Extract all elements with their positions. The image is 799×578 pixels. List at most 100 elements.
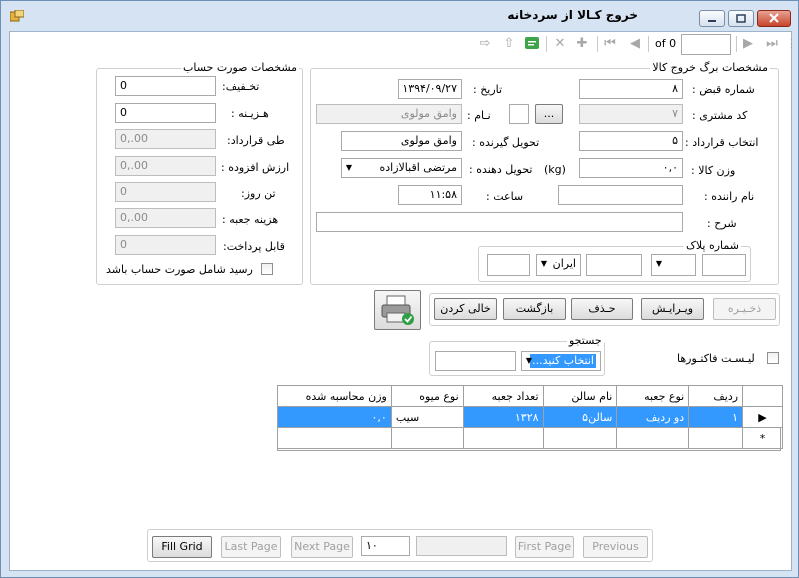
deliverer-label: تحویل دهنده : <box>469 163 533 176</box>
weight-input[interactable]: ۰,۰ <box>579 158 683 178</box>
contract-input[interactable]: ۵ <box>579 131 683 151</box>
delete-record-icon[interactable]: ✕ <box>552 35 568 53</box>
page-info-box <box>416 536 507 556</box>
upload-icon[interactable]: ⇧ <box>501 35 517 53</box>
window-title: خروج کـالا از سردخانه <box>507 8 638 22</box>
include-invoice-checkbox[interactable] <box>261 263 273 275</box>
receiver-input[interactable]: وامق مولوی <box>341 131 462 151</box>
column-header-row-no[interactable]: ردیف <box>688 385 744 407</box>
description-label: شرح : <box>707 217 737 230</box>
description-input[interactable] <box>316 212 683 232</box>
maximize-icon <box>736 14 746 23</box>
plate-letter-combo[interactable]: ▼ <box>651 254 696 276</box>
table-row[interactable]: ۰,۰ سیب ۱۳۲۸ سالن۵ دو ردیف ۱ ▶ <box>277 406 783 428</box>
date-input[interactable]: ۱۳۹۴/۰۹/۲۷ <box>398 79 462 99</box>
edit-button[interactable]: ویـرایـش <box>641 298 704 320</box>
invoice-list-checkbox[interactable] <box>767 352 779 364</box>
last-page-button[interactable]: Last Page <box>221 536 281 558</box>
discount-input[interactable]: 0 <box>115 76 216 96</box>
search-field-combo[interactable]: انتخاب کنید... ▼ <box>521 351 601 371</box>
plate-part-3-input[interactable] <box>487 254 530 276</box>
receipt-no-input[interactable]: ۸ <box>579 79 683 99</box>
new-row-cell[interactable] <box>542 427 618 449</box>
new-row-cell[interactable] <box>277 427 392 449</box>
deliverer-combo[interactable]: مرتضی اقبالازاده ▼ <box>341 158 462 178</box>
move-next-icon[interactable]: ▶ <box>741 35 755 53</box>
cost-input[interactable]: 0 <box>115 103 216 123</box>
receipt-no-label: شماره قبض : <box>692 83 755 96</box>
move-first-icon[interactable]: ⏮ <box>602 35 618 53</box>
cell-row-no[interactable]: ۱ <box>688 406 744 428</box>
maximize-button[interactable] <box>728 10 754 27</box>
add-record-icon[interactable]: ✚ <box>574 35 590 53</box>
receiver-label: تحویل گیرنده : <box>472 136 540 149</box>
column-header-hall-name[interactable]: نام سالن <box>542 385 618 407</box>
chat-icon <box>525 37 539 49</box>
account-details-legend: مشخصات صورت حساب <box>181 61 300 74</box>
fill-grid-button[interactable]: Fill Grid <box>152 536 212 558</box>
new-row-marker: * <box>742 427 783 449</box>
plate-legend: شماره پلاک <box>684 239 741 252</box>
time-input[interactable]: ۱۱:۵۸ <box>398 185 462 205</box>
cell-fruit-type[interactable]: سیب <box>390 406 464 428</box>
box-cost-input[interactable]: 0,.00 <box>115 208 216 228</box>
app-window: خروج کـالا از سردخانه ⇨ ⇧ ✕ ✚ ⏮ ◀ of 0 ▶… <box>0 0 799 578</box>
chevron-down-icon[interactable]: ▼ <box>537 255 551 273</box>
chevron-down-icon[interactable]: ▼ <box>652 255 666 273</box>
contract-amount-label: طی قرارداد: <box>227 134 285 147</box>
driver-input[interactable] <box>558 185 683 205</box>
cell-hall-name[interactable]: سالن۵ <box>542 406 618 428</box>
customer-name-input[interactable]: وامق مولوی <box>316 104 462 124</box>
customer-code-input[interactable]: ۷ <box>579 104 683 124</box>
back-button[interactable]: بازگشت <box>503 298 566 320</box>
search-input[interactable] <box>435 351 516 371</box>
position-input[interactable] <box>681 34 731 55</box>
search-field-value: انتخاب کنید... <box>530 354 596 368</box>
new-row[interactable]: * <box>277 427 783 449</box>
app-icon <box>10 10 24 22</box>
move-previous-icon[interactable]: ◀ <box>627 35 643 53</box>
new-row-cell[interactable] <box>616 427 690 449</box>
current-row-indicator-icon: ▶ <box>742 406 783 428</box>
vat-input[interactable]: 0,.00 <box>115 156 216 176</box>
chevron-down-icon[interactable]: ▼ <box>522 352 536 370</box>
column-header-fruit-type[interactable]: نوع میوه <box>390 385 464 407</box>
message-button[interactable] <box>524 35 540 53</box>
weight-label: وزن کالا : <box>691 164 736 177</box>
date-label: تاریخ : <box>473 83 503 96</box>
contract-amount-input[interactable]: 0,.00 <box>115 129 216 149</box>
delete-button[interactable]: حـذف <box>571 298 633 320</box>
column-header-box-count[interactable]: تعداد جعبه <box>462 385 544 407</box>
page-size-input[interactable]: ۱۰ <box>361 536 410 556</box>
print-button[interactable] <box>374 290 421 330</box>
cell-box-count[interactable]: ۱۳۲۸ <box>462 406 544 428</box>
include-invoice-label: رسید شامل صورت حساب باشد <box>106 263 253 276</box>
new-row-cell[interactable] <box>688 427 744 449</box>
plate-part-2-input[interactable] <box>586 254 642 276</box>
clear-button[interactable]: خالی کردن <box>434 298 497 320</box>
browse-customer-button[interactable]: ... <box>535 104 563 124</box>
first-page-button[interactable]: First Page <box>515 536 574 558</box>
column-header-box-type[interactable]: نوع جعبه <box>616 385 690 407</box>
column-header-calculated-weight[interactable]: وزن محاسبه شده <box>277 385 392 407</box>
minimize-button[interactable] <box>699 10 725 27</box>
search-legend: جستجو <box>567 334 604 347</box>
cell-box-type[interactable]: دو ردیف <box>616 406 690 428</box>
title-bar: خروج کـالا از سردخانه <box>1 1 798 31</box>
chevron-down-icon[interactable]: ▼ <box>342 159 356 177</box>
next-page-button[interactable]: Next Page <box>291 536 353 558</box>
plate-country-combo[interactable]: ایران ▼ <box>536 254 581 276</box>
close-button[interactable] <box>757 10 791 27</box>
plate-part-1-input[interactable] <box>702 254 746 276</box>
new-row-cell[interactable] <box>390 427 464 449</box>
cell-calculated-weight[interactable]: ۰,۰ <box>277 406 392 428</box>
move-last-icon[interactable]: ⏭ <box>764 35 780 53</box>
export-icon[interactable]: ⇨ <box>477 35 493 53</box>
ton-day-input[interactable]: 0 <box>115 182 216 202</box>
save-button[interactable]: ذخـیـره <box>713 298 776 320</box>
payable-input[interactable]: 0 <box>115 235 216 255</box>
data-grid-table: وزن محاسبه شده نوع میوه تعداد جعبه نام س… <box>277 385 783 449</box>
name-label: نـام : <box>467 109 491 122</box>
previous-page-button[interactable]: Previous <box>583 536 648 558</box>
new-row-cell[interactable] <box>462 427 544 449</box>
